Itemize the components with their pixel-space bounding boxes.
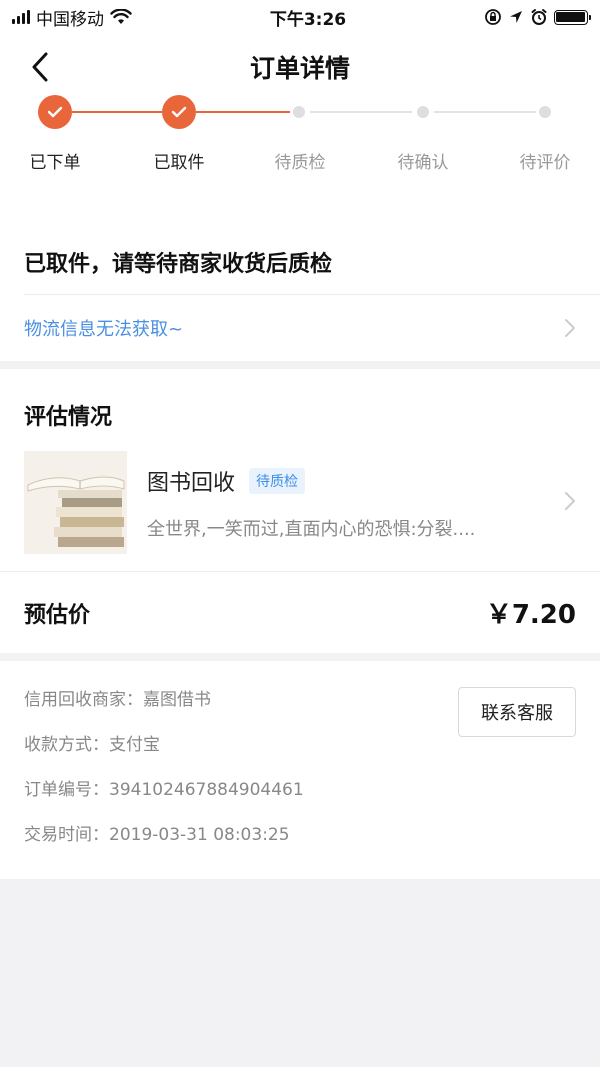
step-label: 待质检 <box>274 153 326 173</box>
location-icon <box>509 11 522 23</box>
payment-method: 收款方式：支付宝 <box>24 735 160 755</box>
battery-icon <box>553 9 591 25</box>
step-pending-dot <box>293 106 305 118</box>
order-status-message: 已取件，请等待商家收货后质检 <box>24 252 333 277</box>
step-label: 已取件 <box>153 153 205 173</box>
step-done-icon <box>162 95 196 129</box>
rotation-lock-icon <box>485 9 501 25</box>
check-icon <box>47 106 63 118</box>
price-label: 预估价 <box>24 602 91 628</box>
order-info: 信用回收商家：嘉图借书 收款方式：支付宝 订单编号：39410246788490… <box>0 661 600 879</box>
step-done-icon <box>38 95 72 129</box>
chevron-left-icon <box>32 52 48 82</box>
progress-line-2 <box>196 111 290 113</box>
assessment-section: 评估情况 图书回收 待质检 全世界,一笑而过,直面内心的恐惧:分裂.... 预估… <box>0 369 600 653</box>
carrier-label: 中国移动 <box>36 9 104 30</box>
book-stack-image <box>24 451 127 554</box>
contact-service-button[interactable]: 联系客服 <box>458 687 576 737</box>
logistics-row[interactable]: 物流信息无法获取~ <box>0 295 600 361</box>
status-section: 已取件，请等待商家收货后质检 物流信息无法获取~ <box>0 220 600 361</box>
chevron-right-icon <box>565 492 575 510</box>
item-description: 全世界,一笑而过,直面内心的恐惧:分裂.... <box>147 519 476 540</box>
back-button[interactable] <box>24 51 56 83</box>
item-name: 图书回收 <box>147 471 236 496</box>
status-bar: 中国移动 下午3:26 <box>0 0 600 34</box>
step-label: 待确认 <box>397 153 449 173</box>
recycle-item[interactable]: 图书回收 待质检 全世界,一笑而过,直面内心的恐惧:分裂.... <box>0 451 600 571</box>
assessment-title: 评估情况 <box>24 405 113 430</box>
section-gap <box>0 653 600 661</box>
chevron-right-icon <box>565 319 575 337</box>
clock: 下午3:26 <box>269 9 347 30</box>
logistics-text: 物流信息无法获取~ <box>24 319 184 340</box>
section-gap <box>0 361 600 369</box>
progress-line-3 <box>310 111 412 113</box>
estimated-price-row: 预估价 ￥7.20 <box>0 571 600 653</box>
signal-icon <box>12 10 30 24</box>
alarm-icon <box>531 9 547 25</box>
step-label: 待评价 <box>519 153 571 173</box>
step-label: 已下单 <box>29 153 81 173</box>
wifi-icon <box>110 9 132 24</box>
order-progress: 已下单 已取件 待质检 待确认 待评价 <box>0 95 600 220</box>
price-value: ￥7.20 <box>485 600 576 630</box>
nav-bar: 订单详情 <box>0 34 600 100</box>
progress-line-4 <box>434 111 536 113</box>
progress-line-1 <box>72 111 162 113</box>
trade-time: 交易时间：2019-03-31 08:03:25 <box>24 825 290 845</box>
order-number: 订单编号：394102467884904461 <box>24 780 304 800</box>
step-pending-dot <box>539 106 551 118</box>
page-title: 订单详情 <box>249 54 350 83</box>
check-icon <box>171 106 187 118</box>
step-pending-dot <box>417 106 429 118</box>
status-badge: 待质检 <box>249 468 306 494</box>
